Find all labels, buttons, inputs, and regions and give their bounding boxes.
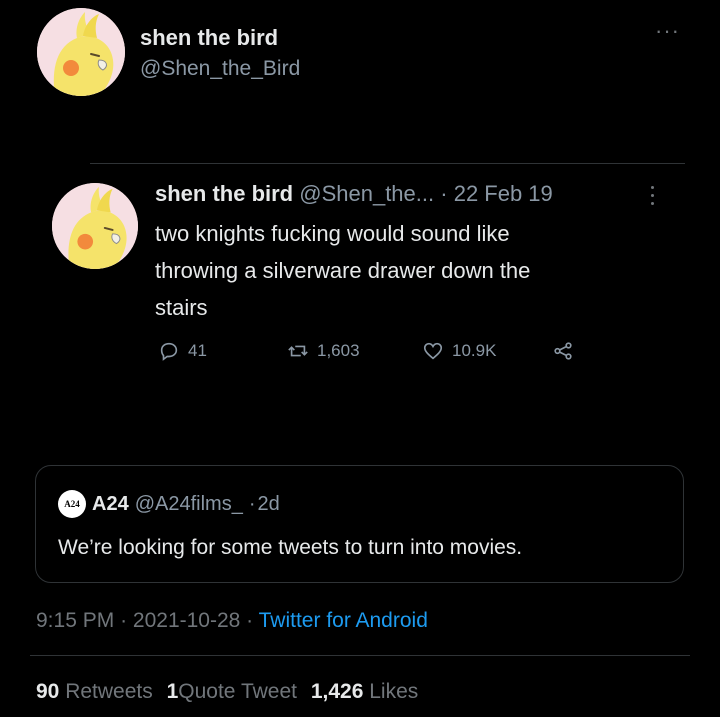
- cockatiel-avatar-icon: [37, 8, 125, 96]
- like-action: 10.9K: [422, 340, 496, 362]
- heart-icon: [423, 342, 443, 360]
- quoted-tweet-header: A24 A24 @A24films_ · 2d: [58, 490, 280, 518]
- quoted-separator: ·: [248, 492, 256, 515]
- source-link[interactable]: Twitter for Android: [259, 609, 428, 632]
- likes-label: Likes: [369, 680, 419, 703]
- reply-action: 41: [158, 340, 207, 362]
- embedded-tweet-header: shen the bird @Shen_the... · 22 Feb 19: [155, 181, 553, 207]
- quotes-stat[interactable]: 1Quote Tweet: [167, 680, 303, 703]
- embedded-display-name: shen the bird: [155, 181, 294, 206]
- tweet-text-line: stairs: [155, 295, 208, 320]
- retweets-stat[interactable]: 90 Retweets: [36, 680, 159, 703]
- embedded-separator: ·: [440, 181, 448, 206]
- header-divider: [90, 163, 685, 164]
- like-count: 10.9K: [452, 341, 497, 360]
- quotes-count: 1: [166, 680, 179, 703]
- retweet-count: 1,603: [317, 341, 360, 360]
- author-handle[interactable]: @Shen_the_Bird: [140, 57, 300, 81]
- quoted-tweet-card[interactable]: A24 A24 @A24films_ · 2d We’re looking fo…: [35, 465, 684, 583]
- retweets-count: 90: [36, 680, 60, 703]
- tweet-text-line: two knights fucking would sound like: [155, 221, 510, 246]
- share-action: [552, 340, 574, 362]
- tweet-time[interactable]: 9:15 PM: [36, 609, 114, 632]
- a24-logo-text: A24: [64, 499, 80, 509]
- meta-divider: [30, 655, 690, 656]
- meta-separator: ·: [246, 609, 254, 632]
- share-icon: [554, 342, 572, 360]
- retweets-label: Retweets: [65, 680, 153, 703]
- embedded-author-avatar: [52, 183, 138, 269]
- quoted-time: 2d: [257, 492, 280, 515]
- tweet-meta: 9:15 PM · 2021-10-28 · Twitter for Andro…: [36, 609, 428, 633]
- author-display-name[interactable]: shen the bird: [140, 25, 278, 51]
- likes-stat[interactable]: 1,426 Likes: [311, 680, 418, 703]
- tweet-stats: 90 Retweets 1Quote Tweet 1,426 Likes: [36, 680, 418, 704]
- more-horizontal-icon[interactable]: ···: [655, 20, 680, 42]
- a24-logo-icon: A24: [58, 490, 86, 518]
- tweet-text-line: throwing a silverware drawer down the: [155, 258, 531, 283]
- cockatiel-avatar-icon: [52, 183, 138, 269]
- quoted-handle: @A24films_: [134, 492, 243, 515]
- embedded-tweet-text: two knights fucking would sound like thr…: [155, 215, 530, 326]
- meta-separator: ·: [120, 609, 128, 632]
- embedded-handle: @Shen_the...: [299, 181, 435, 206]
- tweet-date[interactable]: 2021-10-28: [133, 609, 240, 632]
- retweet-icon: [288, 345, 308, 357]
- reply-count: 41: [188, 341, 207, 360]
- embedded-date: 22 Feb 19: [453, 181, 553, 206]
- quoted-tweet-text: We’re looking for some tweets to turn in…: [58, 536, 523, 559]
- retweet-action: 1,603: [287, 340, 360, 362]
- author-avatar[interactable]: [37, 8, 125, 96]
- reply-icon: [160, 342, 178, 361]
- likes-count: 1,426: [310, 680, 364, 703]
- quoted-display-name: A24: [92, 492, 129, 515]
- more-vertical-icon: [651, 186, 655, 208]
- quotes-label: Quote Tweet: [178, 680, 297, 703]
